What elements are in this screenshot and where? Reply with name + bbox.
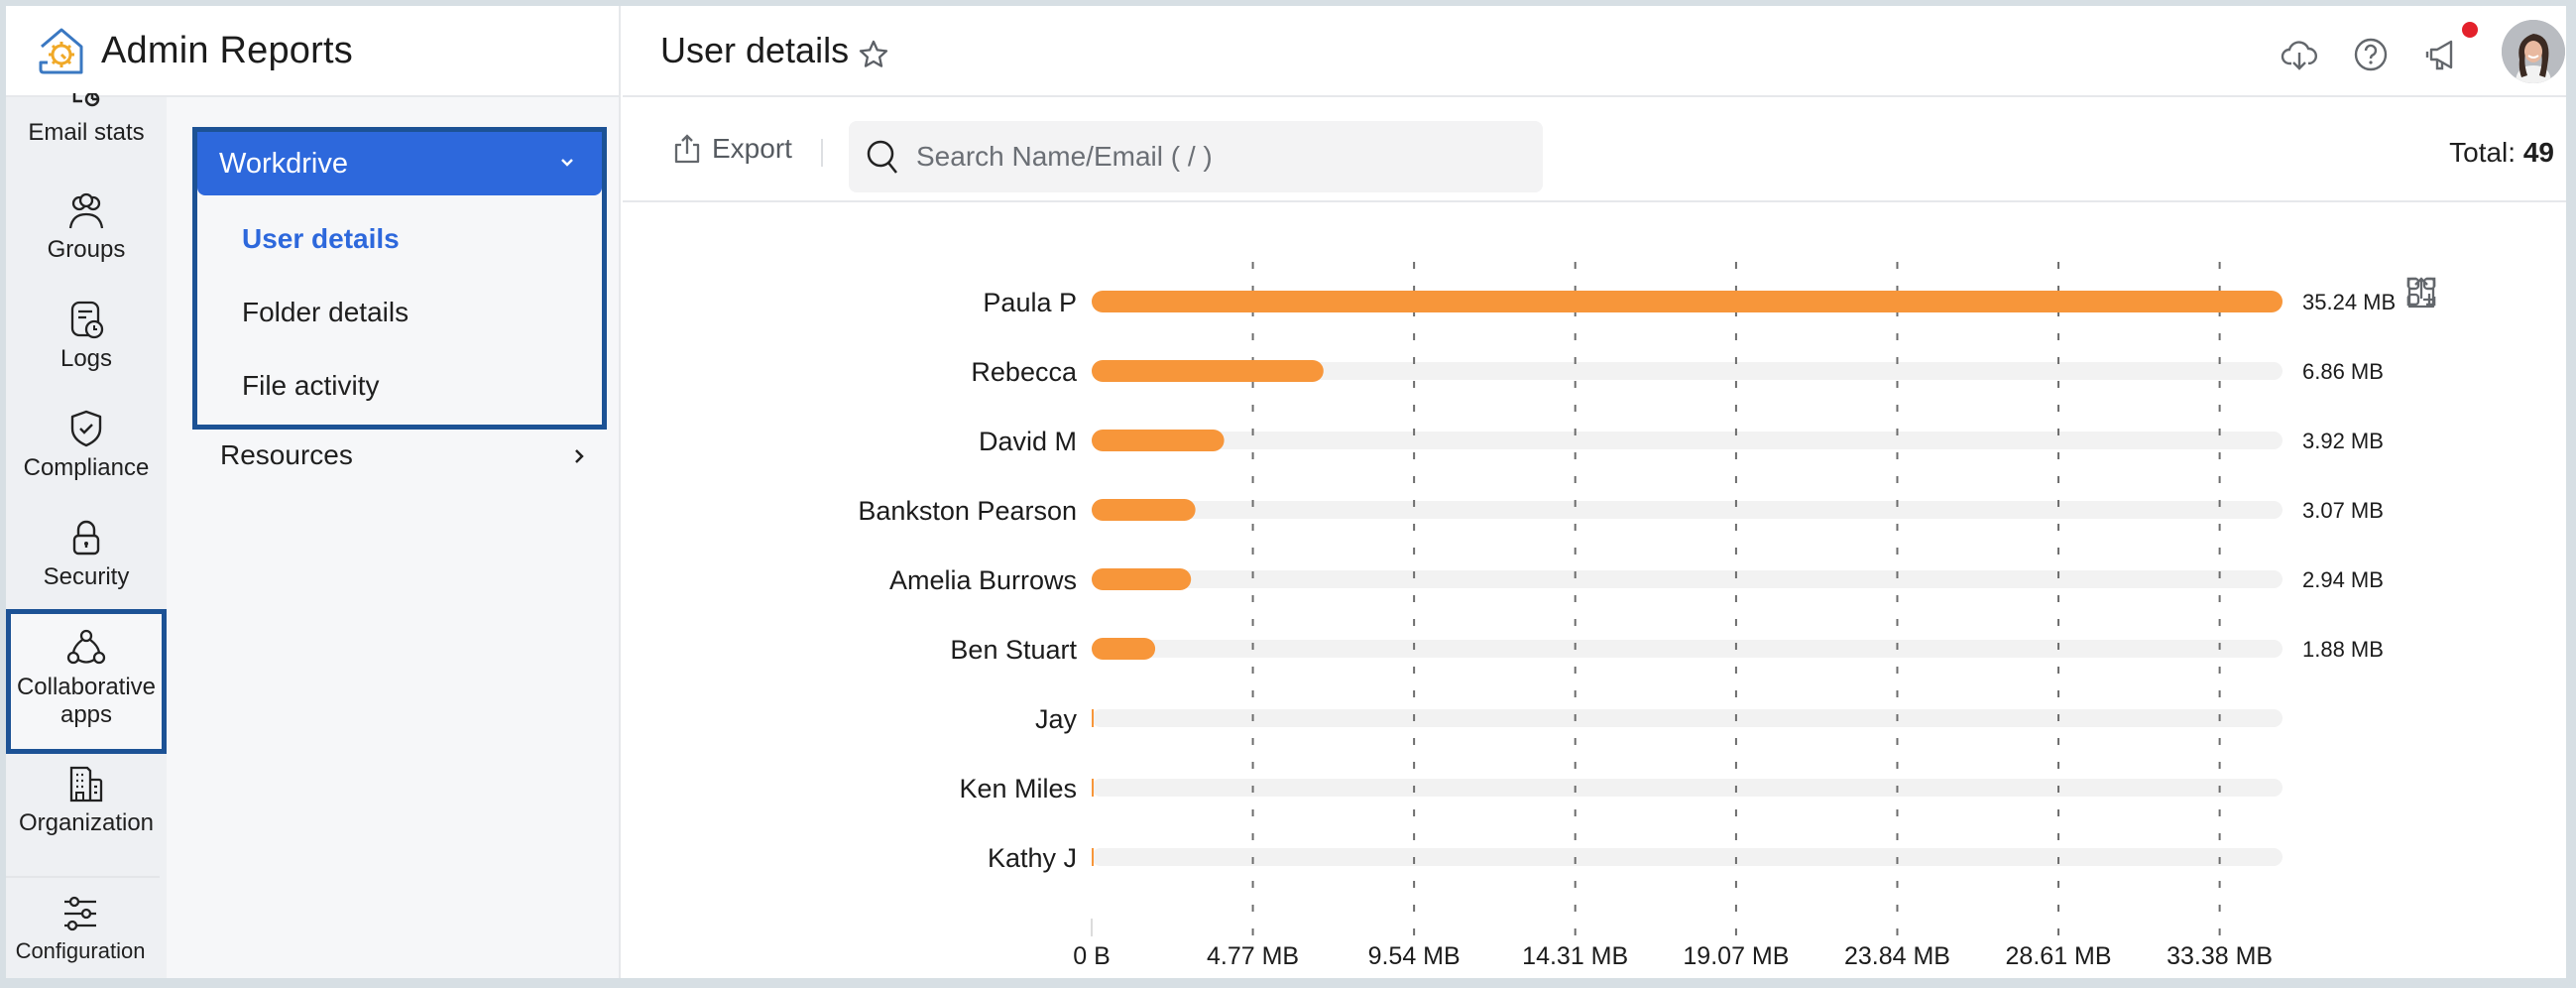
category-label: David M: [979, 427, 1077, 456]
bar[interactable]: [1092, 499, 1196, 521]
chart-area: Paula P 35.24 MB Rebecca 6.86 MB David M 3.92…: [6, 6, 2566, 978]
bar[interactable]: [1092, 360, 1324, 382]
category-label: Jay: [1035, 704, 1078, 734]
category-label: Amelia Burrows: [889, 565, 1077, 595]
value-label: 2.94 MB: [2302, 567, 2384, 592]
category-label: Paula P: [983, 288, 1077, 317]
x-tick-label: 0 B: [1073, 942, 1111, 970]
x-tick-label: 4.77 MB: [1207, 942, 1299, 970]
x-tick-label: 23.84 MB: [1844, 942, 1950, 970]
value-label: 3.92 MB: [2302, 429, 2384, 453]
bar[interactable]: [1092, 291, 2283, 312]
bar[interactable]: [1092, 638, 1156, 660]
x-tick-label: 14.31 MB: [1522, 942, 1628, 970]
category-label: Ken Miles: [959, 774, 1077, 803]
x-tick-label: 9.54 MB: [1368, 942, 1461, 970]
bar-track: [1092, 848, 2283, 866]
x-tick-label: 33.38 MB: [2166, 942, 2273, 970]
user-storage-bar-chart: Paula P 35.24 MB Rebecca 6.86 MB David M 3.92…: [858, 262, 2396, 970]
app-window: Admin Reports Email stats Groups Logs Co…: [6, 6, 2566, 978]
category-label: Bankston Pearson: [858, 496, 1077, 526]
bar-track: [1092, 570, 2283, 588]
category-label: Kathy J: [988, 843, 1077, 873]
category-label: Rebecca: [971, 357, 1078, 387]
value-label: 3.07 MB: [2302, 498, 2384, 523]
category-label: Ben Stuart: [950, 635, 1077, 665]
bar-track: [1092, 501, 2283, 519]
bar[interactable]: [1092, 430, 1225, 451]
value-label: 1.88 MB: [2302, 637, 2384, 662]
bar-track: [1092, 640, 2283, 658]
value-label: 6.86 MB: [2302, 359, 2384, 384]
bar-track: [1092, 779, 2283, 797]
bar-track: [1092, 709, 2283, 727]
value-label: 35.24 MB: [2302, 290, 2396, 314]
bar[interactable]: [1092, 568, 1192, 590]
x-tick-label: 28.61 MB: [2006, 942, 2112, 970]
bar-track: [1092, 432, 2283, 449]
x-tick-label: 19.07 MB: [1683, 942, 1789, 970]
share-icon[interactable]: [2405, 276, 2437, 309]
